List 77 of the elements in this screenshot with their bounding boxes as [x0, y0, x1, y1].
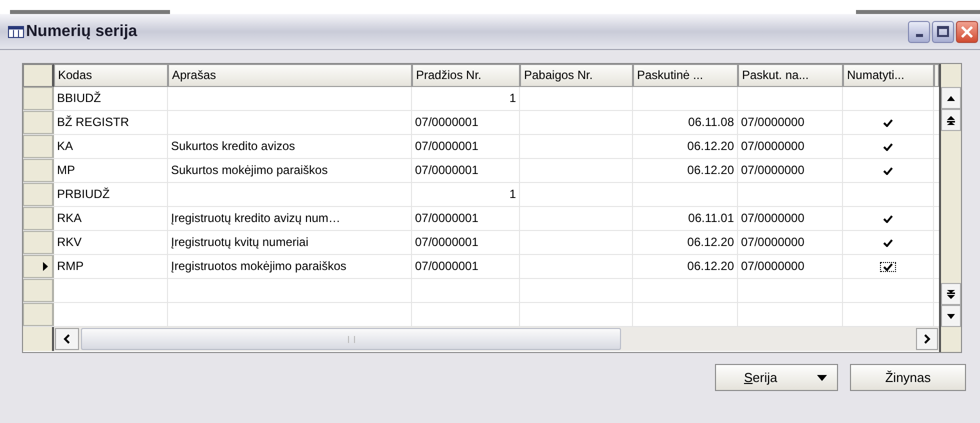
table-cell: 06.12.20	[633, 159, 738, 182]
table-row[interactable]: PRBIUDŽ 1	[23, 183, 939, 207]
row-header	[23, 327, 54, 351]
checkmark-icon	[883, 214, 893, 222]
table-cell: 07/0000000	[738, 207, 843, 230]
close-button[interactable]	[956, 20, 978, 42]
table-icon	[8, 26, 24, 38]
table-cell: 06.11.08	[633, 111, 738, 134]
table-cell: 1	[412, 183, 520, 206]
table-cell: RKV	[54, 231, 168, 254]
table-cell: PRBIUDŽ	[54, 183, 168, 206]
table-cell: RMP	[54, 255, 168, 278]
column-header[interactable]: Pabaigos Nr.	[520, 64, 633, 87]
scroll-left-button[interactable]	[55, 328, 79, 350]
table-row[interactable]: RKV Įregistruotų kvitų numeriai 07/0000001 06.12.20 07/0000000	[23, 231, 939, 255]
checkmark-icon	[883, 238, 893, 246]
row-header[interactable]	[23, 255, 54, 278]
table-cell: Sukurtos mokėjimo paraiškos	[168, 159, 412, 182]
horizontal-scrollbar-thumb[interactable]	[81, 328, 621, 350]
scroll-down-button[interactable]	[941, 305, 961, 327]
column-header[interactable]: Numatyti...	[843, 64, 934, 87]
table-row[interactable]: MP Sukurtos mokėjimo paraiškos 07/0000001 06.12.20 07/0000000	[23, 159, 939, 183]
page-down-icon	[947, 290, 955, 298]
page-up-button[interactable]	[941, 109, 961, 131]
table-cell: 07/0000001	[412, 111, 520, 134]
table-cell: 06.11.01	[633, 207, 738, 230]
table-row[interactable]: RMP Įregistruotos mokėjimo paraiškos 07/0000001 06.12.20 07/0000000	[23, 255, 939, 279]
table-row[interactable]: RKA Įregistruotų kredito avizų num… 07/0000001 06.11.01 07/0000000	[23, 207, 939, 231]
caret-icon	[817, 374, 827, 380]
table-cell: 07/0000001	[412, 159, 520, 182]
column-header[interactable]: Paskutinė ...	[633, 64, 738, 87]
table-cell: Įregistruotų kredito avizų num…	[168, 207, 412, 230]
window-title: Numerių serija	[26, 22, 138, 42]
checkmark-icon	[883, 142, 893, 150]
table-cell: 06.12.20	[633, 231, 738, 254]
table-row[interactable]: BŽ REGISTR 07/0000001 06.11.08 07/0000000	[23, 111, 939, 135]
table-cell: 07/0000000	[738, 231, 843, 254]
table-cell: 06.12.20	[633, 255, 738, 278]
directory-button[interactable]: Žinynas	[850, 364, 966, 391]
table-cell: KA	[54, 135, 168, 158]
page-down-button[interactable]	[941, 283, 961, 305]
table-row[interactable]: BBIUDŽ 1	[23, 87, 939, 111]
table-cell: RKA	[54, 207, 168, 230]
table-cell: 07/0000001	[412, 207, 520, 230]
table-cell: MP	[54, 159, 168, 182]
scroll-right-button[interactable]	[916, 328, 938, 350]
table-cell: 07/0000000	[738, 135, 843, 158]
checkmark-icon	[883, 166, 893, 174]
column-header[interactable]: Paskut. na...	[738, 64, 843, 87]
table-cell: BBIUDŽ	[54, 87, 168, 110]
down-arrow-icon	[947, 314, 955, 318]
table-cell: 07/0000000	[738, 255, 843, 278]
table-cell: 07/0000000	[738, 111, 843, 134]
current-row-icon	[43, 262, 48, 271]
column-header[interactable]: Aprašas	[168, 64, 412, 87]
table-cell: 07/0000001	[412, 255, 520, 278]
maximize-button[interactable]	[932, 20, 954, 42]
table-row[interactable]: KA Sukurtos kredito avizos 07/0000001 06.12.20 07/0000000	[23, 135, 939, 159]
series-dropdown-button[interactable]: Serija	[715, 364, 838, 391]
close-icon	[960, 24, 974, 38]
page-up-icon	[947, 116, 955, 124]
table-cell: Sukurtos kredito avizos	[168, 135, 412, 158]
up-arrow-icon	[947, 96, 955, 100]
scroll-up-button[interactable]	[941, 87, 961, 109]
checkmark-icon	[883, 262, 893, 270]
table-cell: Įregistruotos mokėjimo paraiškos	[168, 255, 412, 278]
column-header[interactable]: Kodas	[54, 64, 168, 87]
table-cell: Įregistruotų kvitų numeriai	[168, 231, 412, 254]
column-header[interactable]: Pradžios Nr.	[412, 64, 520, 87]
checkmark-icon	[883, 118, 893, 126]
minimize-button[interactable]	[908, 20, 930, 42]
table-cell: 07/0000000	[738, 159, 843, 182]
table-cell: 07/0000001	[412, 231, 520, 254]
table-cell: 06.12.20	[633, 135, 738, 158]
table-cell: BŽ REGISTR	[54, 111, 168, 134]
table-cell: 1	[412, 87, 520, 110]
table-cell: 07/0000001	[412, 135, 520, 158]
